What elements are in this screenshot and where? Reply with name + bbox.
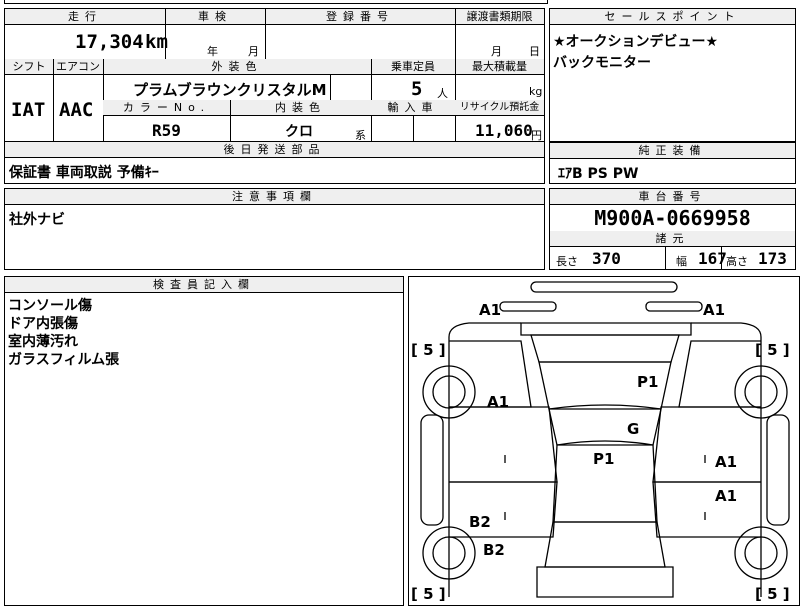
specs-header: 諸元 [550, 231, 795, 247]
transfer-day-label: 日 [529, 45, 540, 58]
sales-point-panel: セールスポイント ★オークションデビュー★ バックモニター [549, 8, 796, 142]
rear-panel [520, 322, 692, 336]
sales-point-2: バックモニター [553, 55, 651, 71]
top-strip [4, 0, 548, 4]
height-value: 173 [758, 249, 787, 268]
mark-a1-right-1: A1 [715, 453, 737, 471]
exterior-color-value: プラムブラウンクリスタルM [133, 81, 327, 99]
interior-color-suffix: 系 [355, 129, 366, 142]
inspection-year-label: 年 [207, 45, 218, 58]
inspector-notes-panel: 検査員記入欄 コンソール傷 ドア内張傷 室内薄汚れ ガラスフィルム張 [4, 276, 404, 606]
left-side-strip [420, 414, 444, 526]
right-rear-door [652, 406, 761, 483]
rear-parts-panel: 後日発送部品 保証書 車両取説 予備ｷｰ [4, 142, 545, 184]
genuine-equipment-header: 純正装備 [550, 143, 795, 159]
notes-header: 注意事項欄 [5, 189, 544, 205]
import-header: 輸入車 [371, 100, 455, 116]
genuine-equipment-panel: 純正装備 ｴｱB PS PW [549, 142, 796, 184]
sales-point-header: セールスポイント [550, 9, 795, 25]
chassis-no-value: M900A-0669958 [594, 206, 751, 230]
mileage-value: 17,304 [75, 31, 144, 53]
rear-lamp-left [499, 301, 557, 312]
inspector-note-1: コンソール傷 [8, 298, 92, 314]
windshield [548, 404, 662, 446]
inspector-note-4: ガラスフィルム張 [8, 352, 120, 368]
registration-header: 登録番号 [265, 9, 455, 25]
recycle-value: 11,060 [475, 121, 533, 140]
transfer-deadline-header: 譲渡書類期限 [455, 9, 544, 25]
max-load-header: 最大積載量 [455, 59, 544, 75]
aircon-header: エアコン [53, 59, 103, 75]
right-quarter [678, 340, 761, 408]
tire-grade-front-left: [ 5 ] [411, 585, 446, 603]
shift-header: シフト [5, 59, 53, 75]
front-panel [544, 521, 666, 568]
chassis-no-header: 車台番号 [550, 189, 795, 205]
shift-value: IAT [11, 99, 46, 121]
mark-a1-left: A1 [487, 393, 509, 411]
color-no-header: カラーNo. [103, 100, 230, 116]
capacity-unit: 人 [437, 87, 448, 100]
sales-point-1: ★オークションデビュー★ [553, 34, 719, 50]
chassis-panel: 車台番号 M900A-0669958 諸元 長さ 370 幅 167 高さ 17… [549, 188, 796, 270]
front-bumper [536, 566, 674, 598]
mileage-unit: km [145, 31, 168, 53]
left-rear-door [449, 406, 558, 483]
width-value: 167 [698, 249, 727, 268]
right-side-strip [766, 414, 790, 526]
mark-p1-roof: P1 [637, 373, 658, 391]
right-front-door [652, 481, 761, 538]
tire-grade-rear-left: [ 5 ] [411, 341, 446, 359]
height-label: 高さ [726, 255, 748, 268]
inspection-month-label: 月 [248, 45, 259, 58]
aircon-value: AAC [59, 99, 94, 121]
notes-panel: 注意事項欄 社外ナビ [4, 188, 545, 270]
inspector-note-2: ドア内張傷 [8, 316, 78, 332]
car-diagram: A1 A1 P1 A1 G P1 A1 A1 B2 B2 [ 5 ] [ 5 ]… [411, 281, 790, 603]
recycle-unit: 円 [531, 129, 542, 142]
color-no-value: R59 [152, 121, 181, 140]
left-front-door [449, 481, 558, 538]
rear-glass [530, 334, 680, 363]
interior-color-value: クロ [285, 124, 313, 140]
rear-bumper [530, 281, 678, 293]
tire-grade-rear-right: [ 5 ] [755, 341, 790, 359]
rear-parts-header: 後日発送部品 [5, 142, 544, 158]
mark-p1-hood: P1 [593, 450, 614, 468]
tire-grade-front-right: [ 5 ] [755, 585, 790, 603]
inspection-header: 車検 [165, 9, 265, 25]
width-label: 幅 [676, 255, 687, 268]
inspector-note-3: 室内薄汚れ [8, 334, 78, 350]
capacity-header: 乗車定員 [371, 59, 455, 75]
mark-a1-right-2: A1 [715, 487, 737, 505]
interior-color-header: 内装色 [230, 100, 371, 116]
rear-parts-value: 保証書 車両取説 予備ｷｰ [9, 165, 159, 181]
max-load-unit: kg [529, 85, 543, 98]
transfer-month-label: 月 [491, 45, 502, 58]
capacity-value: 5 [411, 78, 423, 100]
mark-a1-top-right: A1 [703, 301, 725, 319]
genuine-equipment-value: ｴｱB PS PW [558, 166, 639, 182]
length-label: 長さ [556, 255, 578, 268]
mark-a1-top-left: A1 [479, 301, 501, 319]
length-value: 370 [592, 249, 621, 268]
mark-b2-left-1: B2 [469, 513, 491, 531]
car-diagram-panel: A1 A1 P1 A1 G P1 A1 A1 B2 B2 [ 5 ] [ 5 ]… [408, 276, 800, 606]
mark-g-windshield: G [627, 420, 639, 438]
rear-lamp-right [645, 301, 703, 312]
vehicle-info-table: 走行 車検 登録番号 譲渡書類期限 17,304 km 年 月 月 日 シフト … [4, 8, 545, 143]
mark-b2-left-2: B2 [483, 541, 505, 559]
exterior-color-header: 外装色 [103, 59, 371, 75]
mileage-header: 走行 [5, 9, 165, 25]
inspector-notes-header: 検査員記入欄 [5, 277, 403, 293]
notes-value: 社外ナビ [9, 212, 65, 228]
recycle-header: リサイクル預託金 [455, 100, 544, 116]
